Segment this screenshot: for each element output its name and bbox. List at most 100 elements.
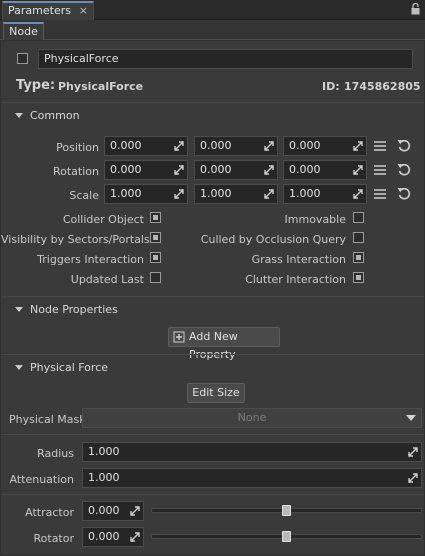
node-enabled-checkbox[interactable] xyxy=(17,53,28,64)
tab-parameters[interactable]: Parameters × xyxy=(2,1,94,20)
type-value: PhysicalForce xyxy=(58,80,144,93)
collapse-arrow-icon xyxy=(15,113,23,118)
drag-arrows-icon[interactable] xyxy=(264,141,274,151)
section-physical-force-header[interactable]: Physical Force xyxy=(1,358,424,378)
rotation-z-input[interactable]: 0.000 xyxy=(283,160,367,180)
clutter-interaction-checkbox[interactable] xyxy=(353,272,364,283)
attenuation-input[interactable]: 1.000 xyxy=(82,468,422,488)
reset-icon[interactable] xyxy=(397,162,411,176)
node-name-input[interactable]: PhysicalForce xyxy=(38,49,413,69)
tab-node[interactable]: Node xyxy=(3,22,44,41)
drag-arrows-icon[interactable] xyxy=(174,189,184,199)
node-tab-bar: Node xyxy=(0,20,425,41)
radius-input[interactable]: 1.000 xyxy=(82,442,422,462)
collapse-arrow-icon xyxy=(15,307,23,312)
physical-mask-value: None xyxy=(237,411,267,424)
rotator-label: Rotator xyxy=(33,532,75,545)
drag-arrows-icon[interactable] xyxy=(174,141,184,151)
lock-icon[interactable] xyxy=(411,3,420,15)
scale-label: Scale xyxy=(69,189,99,202)
section-node-properties-header[interactable]: Node Properties xyxy=(1,300,424,320)
scale-x-value: 1.000 xyxy=(110,187,142,200)
scale-y-input[interactable]: 1.000 xyxy=(194,184,278,204)
position-y-input[interactable]: 0.000 xyxy=(194,136,278,156)
updated-last-label: Updated Last xyxy=(70,273,144,286)
drag-arrows-icon[interactable] xyxy=(174,165,184,175)
drag-arrows-icon[interactable] xyxy=(353,141,363,151)
immovable-checkbox[interactable] xyxy=(353,212,364,223)
add-new-property-button[interactable]: Add New Property xyxy=(168,327,280,361)
triggers-interaction-label: Triggers Interaction xyxy=(37,253,144,266)
parameters-panel: PhysicalForce Type: PhysicalForce ID: 17… xyxy=(0,40,425,556)
attractor-slider-handle[interactable] xyxy=(281,505,291,516)
rotation-z-value: 0.000 xyxy=(289,163,321,176)
tab-parameters-label: Parameters xyxy=(8,4,71,17)
section-physical-force-title: Physical Force xyxy=(30,361,109,374)
drag-arrows-icon[interactable] xyxy=(353,165,363,175)
drag-arrows-icon[interactable] xyxy=(130,506,140,516)
collider-object-label: Collider Object xyxy=(62,213,144,226)
physical-mask-dropdown[interactable]: None xyxy=(82,408,422,428)
list-icon[interactable] xyxy=(374,189,386,199)
rotation-label: Rotation xyxy=(52,165,99,178)
close-icon[interactable]: × xyxy=(79,3,88,19)
attractor-label: Attractor xyxy=(25,506,74,519)
grass-interaction-label: Grass Interaction xyxy=(251,253,346,266)
window-titlebar: Parameters × xyxy=(0,0,425,20)
type-label: Type: xyxy=(16,78,56,93)
chevron-down-icon xyxy=(406,415,416,421)
add-new-property-label: Add New Property xyxy=(189,330,238,361)
triggers-interaction-checkbox[interactable] xyxy=(150,252,161,263)
attractor-value: 0.000 xyxy=(88,504,120,517)
attenuation-value: 1.000 xyxy=(88,471,120,484)
scale-z-input[interactable]: 1.000 xyxy=(283,184,367,204)
divider xyxy=(1,296,424,297)
position-z-value: 0.000 xyxy=(289,139,321,152)
rotator-input[interactable]: 0.000 xyxy=(82,527,144,547)
section-common-header[interactable]: Common xyxy=(1,106,424,126)
drag-arrows-icon[interactable] xyxy=(408,473,418,483)
reset-icon[interactable] xyxy=(397,138,411,152)
visibility-sectors-label: Visibility by Sectors/Portals xyxy=(1,233,150,246)
reset-icon[interactable] xyxy=(397,186,411,200)
drag-arrows-icon[interactable] xyxy=(408,447,418,457)
rotator-slider-handle[interactable] xyxy=(281,531,291,542)
rotation-x-value: 0.000 xyxy=(110,163,142,176)
physical-mask-label: Physical Mask xyxy=(9,413,86,426)
drag-arrows-icon[interactable] xyxy=(264,165,274,175)
scale-y-value: 1.000 xyxy=(200,187,232,200)
id-label: ID: xyxy=(322,80,340,93)
position-z-input[interactable]: 0.000 xyxy=(283,136,367,156)
drag-arrows-icon[interactable] xyxy=(264,189,274,199)
divider xyxy=(1,102,424,103)
attenuation-label: Attenuation xyxy=(9,473,74,486)
collapse-arrow-icon xyxy=(15,365,23,370)
add-property-icon xyxy=(173,331,185,343)
list-icon[interactable] xyxy=(374,141,386,151)
grass-interaction-checkbox[interactable] xyxy=(353,252,364,263)
rotation-x-input[interactable]: 0.000 xyxy=(104,160,188,180)
divider xyxy=(1,434,424,435)
radius-value: 1.000 xyxy=(88,445,120,458)
position-label: Position xyxy=(56,141,99,154)
list-icon[interactable] xyxy=(374,165,386,175)
scale-x-input[interactable]: 1.000 xyxy=(104,184,188,204)
position-x-input[interactable]: 0.000 xyxy=(104,136,188,156)
drag-arrows-icon[interactable] xyxy=(130,532,140,542)
culled-occlusion-checkbox[interactable] xyxy=(353,232,364,243)
section-common-title: Common xyxy=(30,109,80,122)
rotator-value: 0.000 xyxy=(88,530,120,543)
node-name-value: PhysicalForce xyxy=(44,52,119,65)
updated-last-checkbox[interactable] xyxy=(150,272,161,283)
clutter-interaction-label: Clutter Interaction xyxy=(245,273,346,286)
drag-arrows-icon[interactable] xyxy=(353,189,363,199)
radius-label: Radius xyxy=(37,447,74,460)
collider-object-checkbox[interactable] xyxy=(150,212,161,223)
attractor-input[interactable]: 0.000 xyxy=(82,501,144,521)
section-node-properties-title: Node Properties xyxy=(30,303,118,316)
rotation-y-value: 0.000 xyxy=(200,163,232,176)
edit-size-button[interactable]: Edit Size xyxy=(187,383,245,403)
culled-occlusion-label: Culled by Occlusion Query xyxy=(200,233,346,246)
rotation-y-input[interactable]: 0.000 xyxy=(194,160,278,180)
visibility-sectors-checkbox[interactable] xyxy=(150,232,161,243)
